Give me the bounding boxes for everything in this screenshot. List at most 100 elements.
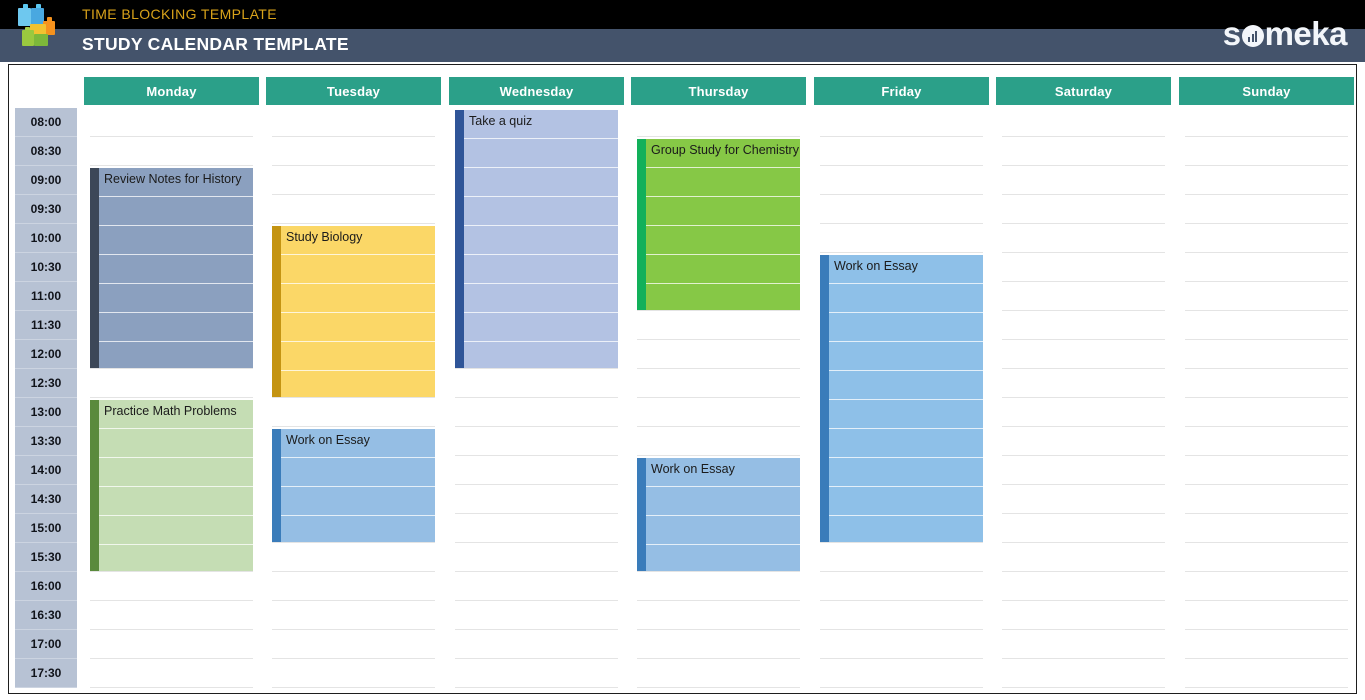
time-slot[interactable]	[84, 137, 259, 166]
time-slot[interactable]	[814, 195, 989, 224]
time-slot[interactable]	[1179, 311, 1354, 340]
calendar-event[interactable]: Take a quiz	[455, 110, 618, 368]
time-slot[interactable]	[1179, 485, 1354, 514]
time-slot[interactable]	[814, 108, 989, 137]
time-slot[interactable]	[84, 108, 259, 137]
time-slot[interactable]	[996, 137, 1171, 166]
time-slot[interactable]	[631, 311, 806, 340]
time-slot[interactable]	[631, 398, 806, 427]
time-slot[interactable]	[266, 108, 441, 137]
day-header-wednesday[interactable]: Wednesday	[449, 77, 624, 105]
time-slot[interactable]	[814, 224, 989, 253]
time-slot[interactable]	[266, 166, 441, 195]
time-slot[interactable]	[996, 601, 1171, 630]
time-slot[interactable]	[631, 630, 806, 659]
time-slot[interactable]	[1179, 630, 1354, 659]
time-slot[interactable]	[266, 398, 441, 427]
time-slot[interactable]	[266, 659, 441, 688]
time-slot[interactable]	[996, 456, 1171, 485]
time-slot[interactable]	[84, 572, 259, 601]
time-slot[interactable]	[814, 601, 989, 630]
time-slot[interactable]	[1179, 514, 1354, 543]
time-slot[interactable]	[266, 572, 441, 601]
time-slot[interactable]	[449, 572, 624, 601]
time-slot[interactable]	[449, 485, 624, 514]
calendar-event[interactable]: Group Study for Chemistry	[637, 139, 800, 310]
time-slot[interactable]	[449, 369, 624, 398]
time-slot[interactable]	[996, 485, 1171, 514]
time-slot[interactable]	[996, 253, 1171, 282]
time-slot[interactable]	[814, 543, 989, 572]
time-slot[interactable]	[996, 195, 1171, 224]
calendar-event[interactable]: Review Notes for History	[90, 168, 253, 368]
time-slot[interactable]	[814, 572, 989, 601]
time-slot[interactable]	[1179, 572, 1354, 601]
time-slot[interactable]	[814, 166, 989, 195]
time-slot[interactable]	[996, 369, 1171, 398]
calendar-event[interactable]: Work on Essay	[637, 458, 800, 571]
time-slot[interactable]	[449, 514, 624, 543]
time-slot[interactable]	[1179, 601, 1354, 630]
time-slot[interactable]	[449, 456, 624, 485]
calendar-event[interactable]: Study Biology	[272, 226, 435, 397]
calendar-event[interactable]: Work on Essay	[272, 429, 435, 542]
time-slot[interactable]	[1179, 427, 1354, 456]
time-slot[interactable]	[996, 224, 1171, 253]
time-slot[interactable]	[1179, 369, 1354, 398]
time-slot[interactable]	[631, 572, 806, 601]
time-slot[interactable]	[996, 282, 1171, 311]
time-slot[interactable]	[84, 601, 259, 630]
time-slot[interactable]	[631, 369, 806, 398]
time-slot[interactable]	[814, 659, 989, 688]
time-slot[interactable]	[266, 630, 441, 659]
day-header-thursday[interactable]: Thursday	[631, 77, 806, 105]
time-slot[interactable]	[996, 543, 1171, 572]
time-slot[interactable]	[1179, 456, 1354, 485]
time-slot[interactable]	[996, 572, 1171, 601]
time-slot[interactable]	[1179, 253, 1354, 282]
time-slot[interactable]	[996, 398, 1171, 427]
time-slot[interactable]	[996, 340, 1171, 369]
time-slot[interactable]	[1179, 543, 1354, 572]
time-slot[interactable]	[631, 601, 806, 630]
time-slot[interactable]	[1179, 137, 1354, 166]
time-slot[interactable]	[996, 311, 1171, 340]
day-header-tuesday[interactable]: Tuesday	[266, 77, 441, 105]
time-slot[interactable]	[1179, 659, 1354, 688]
time-slot[interactable]	[1179, 108, 1354, 137]
time-slot[interactable]	[1179, 398, 1354, 427]
time-slot[interactable]	[814, 630, 989, 659]
day-header-friday[interactable]: Friday	[814, 77, 989, 105]
time-slot[interactable]	[449, 630, 624, 659]
time-slot[interactable]	[1179, 340, 1354, 369]
time-slot[interactable]	[814, 137, 989, 166]
day-header-saturday[interactable]: Saturday	[996, 77, 1171, 105]
time-slot[interactable]	[266, 543, 441, 572]
time-slot[interactable]	[631, 108, 806, 137]
day-header-monday[interactable]: Monday	[84, 77, 259, 105]
time-slot[interactable]	[84, 369, 259, 398]
time-slot[interactable]	[449, 659, 624, 688]
time-slot[interactable]	[996, 108, 1171, 137]
time-slot[interactable]	[84, 659, 259, 688]
time-slot[interactable]	[631, 659, 806, 688]
time-slot[interactable]	[996, 630, 1171, 659]
time-slot[interactable]	[266, 195, 441, 224]
time-slot[interactable]	[996, 514, 1171, 543]
time-slot[interactable]	[996, 427, 1171, 456]
calendar-event[interactable]: Work on Essay	[820, 255, 983, 542]
time-slot[interactable]	[631, 340, 806, 369]
time-slot[interactable]	[449, 543, 624, 572]
time-slot[interactable]	[1179, 224, 1354, 253]
time-slot[interactable]	[631, 427, 806, 456]
time-slot[interactable]	[449, 601, 624, 630]
time-slot[interactable]	[266, 601, 441, 630]
day-header-sunday[interactable]: Sunday	[1179, 77, 1354, 105]
time-slot[interactable]	[1179, 166, 1354, 195]
time-slot[interactable]	[84, 630, 259, 659]
time-slot[interactable]	[996, 659, 1171, 688]
time-slot[interactable]	[996, 166, 1171, 195]
calendar-event[interactable]: Practice Math Problems	[90, 400, 253, 571]
time-slot[interactable]	[449, 427, 624, 456]
time-slot[interactable]	[1179, 282, 1354, 311]
